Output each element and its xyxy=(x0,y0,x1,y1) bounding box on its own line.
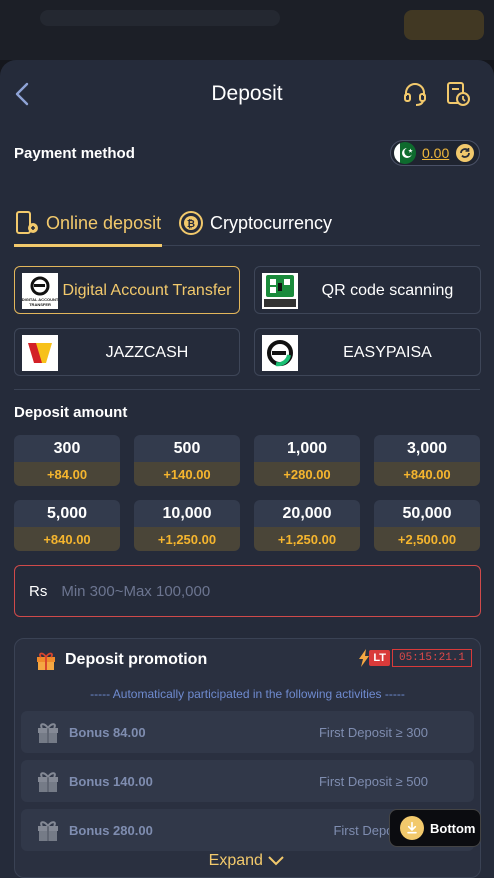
amount-bonus: +140.00 xyxy=(134,462,240,486)
background-blur xyxy=(40,10,280,26)
refresh-icon[interactable] xyxy=(455,143,475,163)
lightning-icon xyxy=(359,649,370,667)
amount-bonus: +280.00 xyxy=(254,462,360,486)
promotion-row: Bonus 140.00 First Deposit ≥ 500 xyxy=(21,760,474,802)
amount-input[interactable] xyxy=(61,582,442,600)
tab-label: Online deposit xyxy=(46,212,162,233)
jazzcash-logo-icon xyxy=(22,335,58,371)
tab-online-deposit[interactable]: Online deposit xyxy=(14,200,162,247)
expand-button[interactable]: Expand xyxy=(0,852,494,870)
method-jazzcash[interactable]: JAZZCASH xyxy=(14,328,240,376)
currency-label: Rs xyxy=(29,582,48,600)
amount-value: 500 xyxy=(134,435,240,462)
amount-option[interactable]: 50,000 +2,500.00 xyxy=(374,500,480,551)
amount-value: 20,000 xyxy=(254,500,360,527)
bitcoin-icon: ₿ xyxy=(179,211,203,235)
promotion-subtitle: ----- Automatically participated in the … xyxy=(90,687,405,701)
amount-bonus: +840.00 xyxy=(14,527,120,551)
chevron-down-icon xyxy=(268,856,285,866)
balance-value: 0.00 xyxy=(422,145,450,161)
expand-label: Expand xyxy=(208,852,263,869)
svg-text:TRANSFER: TRANSFER xyxy=(29,302,51,307)
bonus-name: Bonus 84.00 xyxy=(69,724,146,740)
amount-bonus: +84.00 xyxy=(14,462,120,486)
amount-option[interactable]: 20,000 +1,250.00 xyxy=(254,500,360,551)
amount-option[interactable]: 10,000 +1,250.00 xyxy=(134,500,240,551)
amount-value: 1,000 xyxy=(254,435,360,462)
easypaisa-logo-icon xyxy=(262,335,298,371)
amount-option[interactable]: 500 +140.00 xyxy=(134,435,240,486)
scroll-bottom-button[interactable]: Bottom xyxy=(389,809,481,847)
divider xyxy=(14,389,480,390)
background-app-bar xyxy=(0,0,494,60)
amount-bonus: +1,250.00 xyxy=(134,527,240,551)
svg-text:₿: ₿ xyxy=(187,218,195,230)
amount-option[interactable]: 1,000 +280.00 xyxy=(254,435,360,486)
amount-bonus: +1,250.00 xyxy=(254,527,360,551)
history-button[interactable] xyxy=(444,80,472,108)
amount-option[interactable]: 300 +84.00 xyxy=(14,435,120,486)
background-blur xyxy=(404,10,484,40)
amount-value: 10,000 xyxy=(134,500,240,527)
amount-value: 3,000 xyxy=(374,435,480,462)
bonus-name: Bonus 140.00 xyxy=(69,773,153,789)
amount-value: 50,000 xyxy=(374,500,480,527)
phone-deposit-icon xyxy=(16,211,38,234)
amount-bonus: +840.00 xyxy=(374,462,480,486)
gift-box-icon xyxy=(38,772,58,792)
method-easypaisa[interactable]: EASYPAISA xyxy=(254,328,481,376)
gift-icon xyxy=(37,652,55,670)
bonus-condition: First Deposit ≥ 500 xyxy=(318,773,428,789)
balance-pill: 0.00 xyxy=(390,140,480,166)
amount-option[interactable]: 3,000 +840.00 xyxy=(374,435,480,486)
method-label: QR code scanning xyxy=(321,281,454,299)
promotion-header: Deposit promotion xyxy=(35,649,207,671)
header: Deposit xyxy=(0,60,494,130)
deposit-sheet: Deposit Payment method 0.00 Online depos… xyxy=(0,60,494,878)
pakistan-flag-icon xyxy=(394,142,416,164)
amount-input-field[interactable]: Rs xyxy=(14,565,481,617)
bonus-name: Bonus 280.00 xyxy=(69,822,153,838)
deposit-amount-label: Deposit amount xyxy=(14,404,128,421)
payment-method-label: Payment method xyxy=(14,145,135,162)
method-label: EASYPAISA xyxy=(343,343,432,361)
gift-box-icon xyxy=(38,723,58,743)
support-button[interactable] xyxy=(401,80,429,108)
promotion-timer: 05:15:21.1 xyxy=(391,649,472,667)
amount-option[interactable]: 5,000 +840.00 xyxy=(14,500,120,551)
amount-value: 5,000 xyxy=(14,500,120,527)
promotion-row: Bonus 84.00 First Deposit ≥ 300 xyxy=(21,711,474,753)
method-qr-code-scanning[interactable]: QR code scanning xyxy=(254,266,481,314)
lt-label: LT xyxy=(369,650,390,666)
headset-icon xyxy=(404,83,426,106)
method-label: Digital Account Transfer xyxy=(62,281,232,299)
gift-box-icon xyxy=(38,821,58,841)
deposit-tabs: Online deposit ₿ Cryptocurrency xyxy=(14,200,480,247)
tab-cryptocurrency[interactable]: ₿ Cryptocurrency xyxy=(178,200,332,246)
method-label: JAZZCASH xyxy=(105,343,189,361)
tab-label: Cryptocurrency xyxy=(210,212,333,233)
limited-time-badge: LT 05:15:21.1 xyxy=(359,649,472,667)
amount-bonus: +2,500.00 xyxy=(374,527,480,551)
amount-value: 300 xyxy=(14,435,120,462)
promotion-title: Deposit promotion xyxy=(65,651,208,668)
bottom-button-label: Bottom xyxy=(430,820,476,836)
method-digital-account-transfer[interactable]: DIGITAL ACCOUNT TRANSFER Digital Account … xyxy=(14,266,240,314)
qr-code-icon xyxy=(262,273,298,309)
digital-account-logo-icon: DIGITAL ACCOUNT TRANSFER xyxy=(22,273,58,309)
download-arrow-icon xyxy=(400,816,424,840)
bonus-condition: First Deposit ≥ 300 xyxy=(318,724,428,740)
record-clock-icon xyxy=(447,82,470,106)
